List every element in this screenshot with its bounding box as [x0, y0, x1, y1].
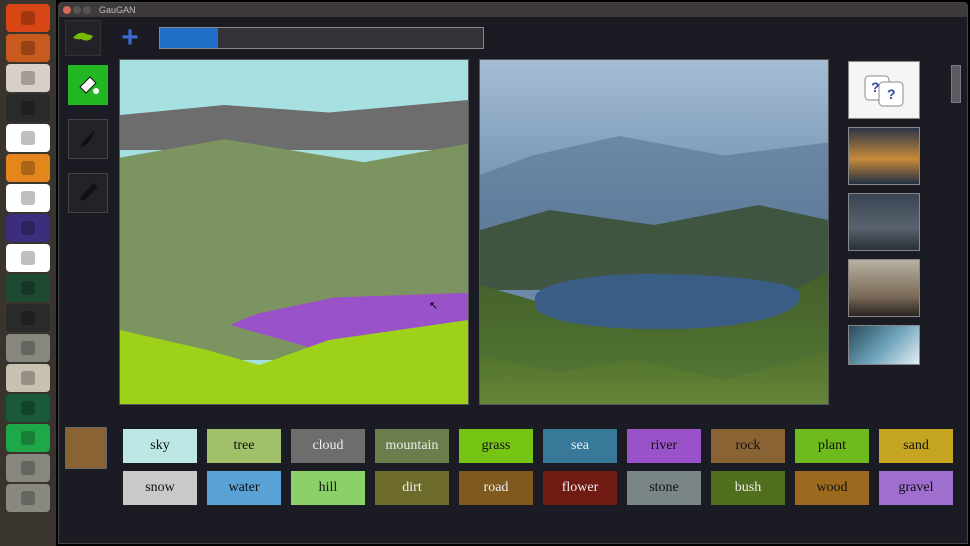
palette-chip-road[interactable]: road [459, 471, 533, 505]
taskbar-unknown-app[interactable] [6, 334, 50, 362]
app-title: GauGAN [99, 5, 136, 15]
taskbar-font-func[interactable] [6, 244, 50, 272]
palette-chip-snow[interactable]: snow [123, 471, 197, 505]
palette-chip-wood[interactable]: wood [795, 471, 869, 505]
pencil-tool[interactable] [68, 173, 108, 213]
taskbar-globe[interactable] [6, 274, 50, 302]
taskbar-files2[interactable] [6, 364, 50, 392]
palette-chip-dirt[interactable]: dirt [375, 471, 449, 505]
palette-chip-stone[interactable]: stone [627, 471, 701, 505]
palette-chip-rock[interactable]: rock [711, 429, 785, 463]
current-color-swatch[interactable] [65, 427, 107, 469]
palette-chip-sea[interactable]: sea [543, 429, 617, 463]
style-preset-4[interactable] [848, 325, 920, 365]
taskbar-tex[interactable] [6, 214, 50, 242]
palette: skytree cloud mountain grass sea river rockpla… [59, 429, 969, 513]
palette-chip-sky[interactable]: sky [123, 429, 197, 463]
taskbar-brush-app[interactable] [6, 304, 50, 332]
window-max-dot[interactable] [83, 6, 91, 14]
brush-tool[interactable] [68, 119, 108, 159]
taskbar-settings[interactable] [6, 64, 50, 92]
taskbar-pycharm[interactable] [6, 424, 50, 452]
palette-chip-tree[interactable]: tree [207, 429, 281, 463]
taskbar-chrome[interactable] [6, 124, 50, 152]
titlebar: GauGAN [59, 3, 967, 17]
bucket-tool[interactable] [68, 65, 108, 105]
window-min-dot[interactable] [73, 6, 81, 14]
taskbar-files[interactable] [6, 34, 50, 62]
taskbar-terminal[interactable] [6, 94, 50, 122]
svg-text:?: ? [887, 86, 896, 102]
taskbar-show-apps[interactable] [6, 484, 50, 512]
palette-chip-sand[interactable]: sand [879, 429, 953, 463]
mouse-cursor: ↖ [429, 299, 438, 312]
svg-text:?: ? [871, 79, 880, 95]
generated-canvas [479, 59, 829, 405]
taskbar-slack[interactable] [6, 184, 50, 212]
gaugan-window: GauGAN + [58, 2, 968, 544]
palette-chip-grass[interactable]: grass [459, 429, 533, 463]
progress-bar[interactable] [159, 27, 484, 49]
taskbar-ubuntu-dash[interactable] [6, 4, 50, 32]
window-close-dot[interactable] [63, 6, 71, 14]
palette-row: skytree cloud mountain grass sea river rockpla… [123, 429, 969, 463]
palette-chip-plant[interactable]: plant [795, 429, 869, 463]
palette-row: snow water hill dirt road flower stone bush wood… [123, 471, 969, 505]
palette-chip-mountain[interactable]: mountain [375, 429, 449, 463]
palette-chip-hill[interactable]: hill [291, 471, 365, 505]
nvidia-logo [65, 20, 101, 56]
tool-column [59, 59, 117, 427]
dice-randomize[interactable]: ? ? [848, 61, 920, 119]
palette-chip-water[interactable]: water [207, 471, 281, 505]
palette-chip-gravel[interactable]: gravel [879, 471, 953, 505]
style-preset-3[interactable] [848, 259, 920, 317]
segmentation-canvas[interactable] [119, 59, 469, 405]
ubuntu-taskbar [0, 0, 56, 546]
topbar: + [59, 17, 967, 59]
style-preset-1[interactable] [848, 127, 920, 185]
palette-chip-cloud[interactable]: cloud [291, 429, 365, 463]
palette-chip-bush[interactable]: bush [711, 471, 785, 505]
main-row: ? ? [59, 59, 969, 427]
taskbar-green-app[interactable] [6, 394, 50, 422]
taskbar-sublime[interactable] [6, 154, 50, 182]
seg-sky [120, 60, 468, 110]
style-column: ? ? [837, 59, 931, 427]
taskbar-help[interactable] [6, 454, 50, 482]
progress-fill [160, 28, 218, 48]
palette-chip-river[interactable]: river [627, 429, 701, 463]
add-button[interactable]: + [113, 21, 147, 55]
canvas-pair [117, 59, 829, 427]
style-preset-2[interactable] [848, 193, 920, 251]
palette-chip-flower[interactable]: flower [543, 471, 617, 505]
